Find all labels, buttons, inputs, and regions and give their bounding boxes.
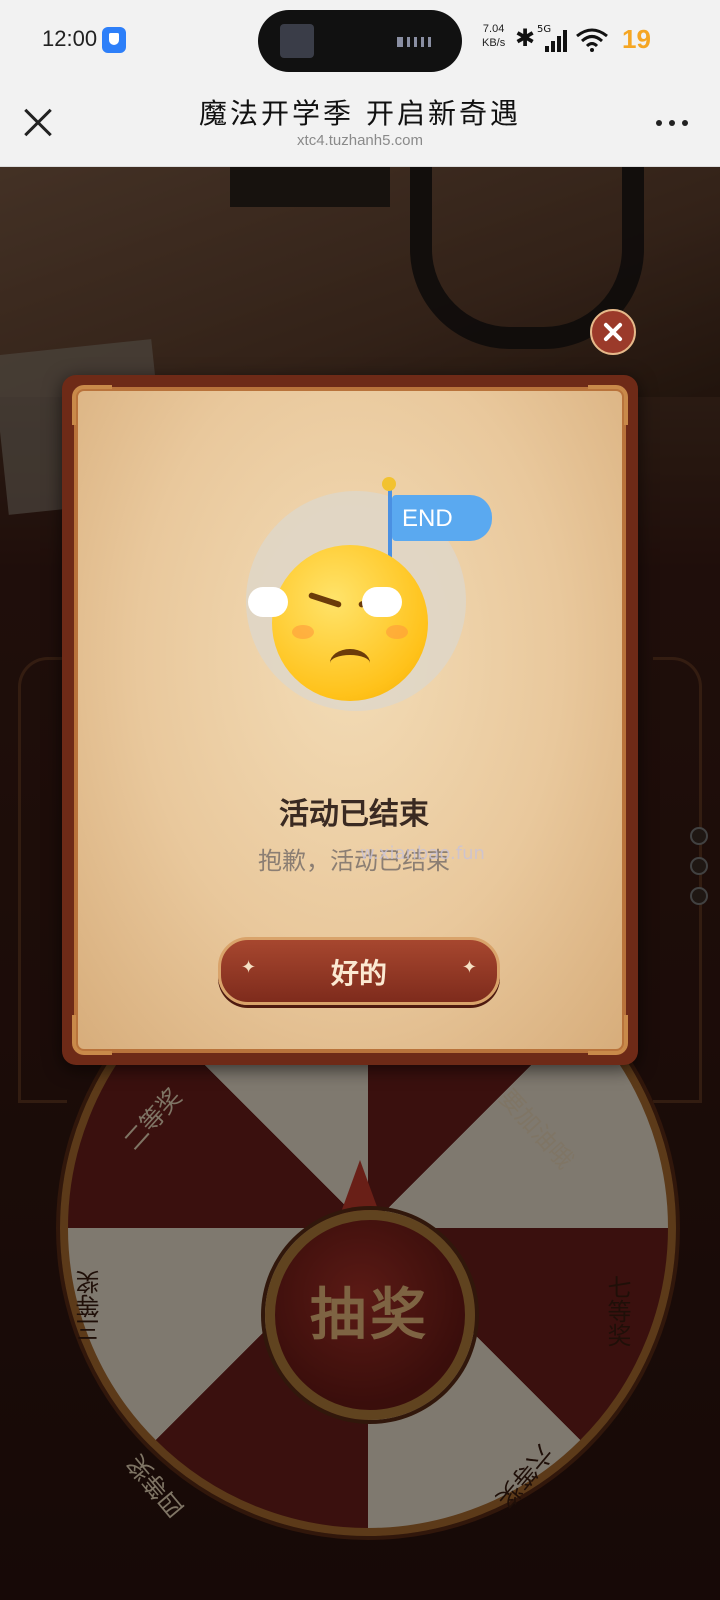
signal-icon [545,30,567,52]
dialog-message: 抱歉，活动已结束 [258,847,450,875]
angry-face-icon [272,545,428,701]
corner-ornament [72,1015,112,1055]
browser-nav-bar: 魔法开学季 开启新奇遇 xtc4.tuzhanh5.com [0,80,720,167]
popup-close-button[interactable] [590,309,636,355]
dialog-parchment: END 活动已结束 抱歉，活动已结束 好的 [72,385,628,1055]
dialog-title: 活动已结束 [279,797,429,832]
flag-text: END [402,505,453,532]
angry-face-illustration: END [246,477,492,717]
activity-ended-dialog: END 活动已结束 抱歉，活动已结束 好的 [62,375,638,1065]
watermark-text: w.xianbao.fun [360,843,485,864]
media-thumbnail [280,24,314,58]
corner-ornament [72,385,112,425]
wifi-icon [576,28,608,52]
page-title: 魔法开学季 开启新奇遇 [199,97,521,130]
audio-bars-icon [397,37,434,47]
dynamic-island[interactable] [258,10,462,72]
ok-button-label: 好的 [330,957,387,990]
corner-ornament [588,385,628,425]
corner-ornament [588,1015,628,1055]
status-bar: 12:00 7.04 KB/s ✱ 5G 19 [0,0,720,80]
steam-puff-icon [362,587,402,617]
bluetooth-icon: ✱ [515,24,536,52]
ok-button[interactable]: 好的 [218,937,500,1005]
more-options-icon[interactable] [654,118,690,128]
flag-knob [382,477,396,491]
status-time: 12:00 [42,26,98,51]
page-url: xtc4.tuzhanh5.com [297,132,423,149]
battery-level: 19 [622,24,651,54]
steam-puff-icon [248,587,288,617]
close-icon[interactable] [18,102,58,142]
network-speed: 7.04 KB/s [482,23,506,49]
shield-icon [102,27,126,53]
